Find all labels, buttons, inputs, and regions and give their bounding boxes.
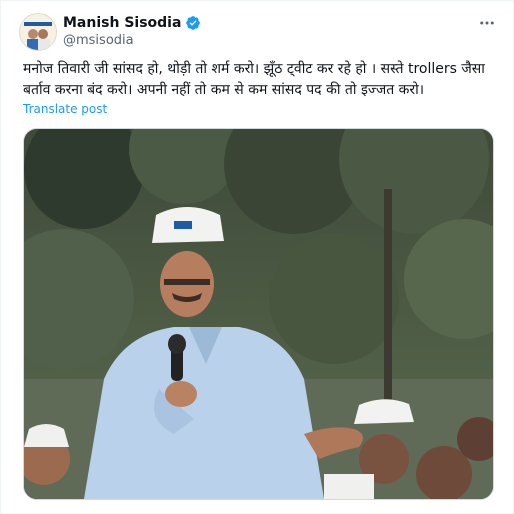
translate-post-link[interactable]: Translate post <box>23 101 107 117</box>
verified-badge-icon <box>186 16 201 30</box>
tweet-card: Manish Sisodia @msisodia मनोज तिवारी जी … <box>0 0 514 514</box>
author-name-text: Manish Sisodia <box>63 15 182 31</box>
avatar-image <box>20 14 56 50</box>
author-name[interactable]: Manish Sisodia <box>63 14 201 32</box>
author-handle[interactable]: @msisodia <box>63 33 134 49</box>
video-media[interactable] <box>23 128 494 500</box>
tweet-text: मनोज तिवारी जी सांसद हो, थोड़ी तो शर्म क… <box>23 61 485 98</box>
author-avatar[interactable] <box>19 13 57 51</box>
speaker-photo <box>24 129 493 499</box>
more-options-icon[interactable] <box>477 13 497 33</box>
